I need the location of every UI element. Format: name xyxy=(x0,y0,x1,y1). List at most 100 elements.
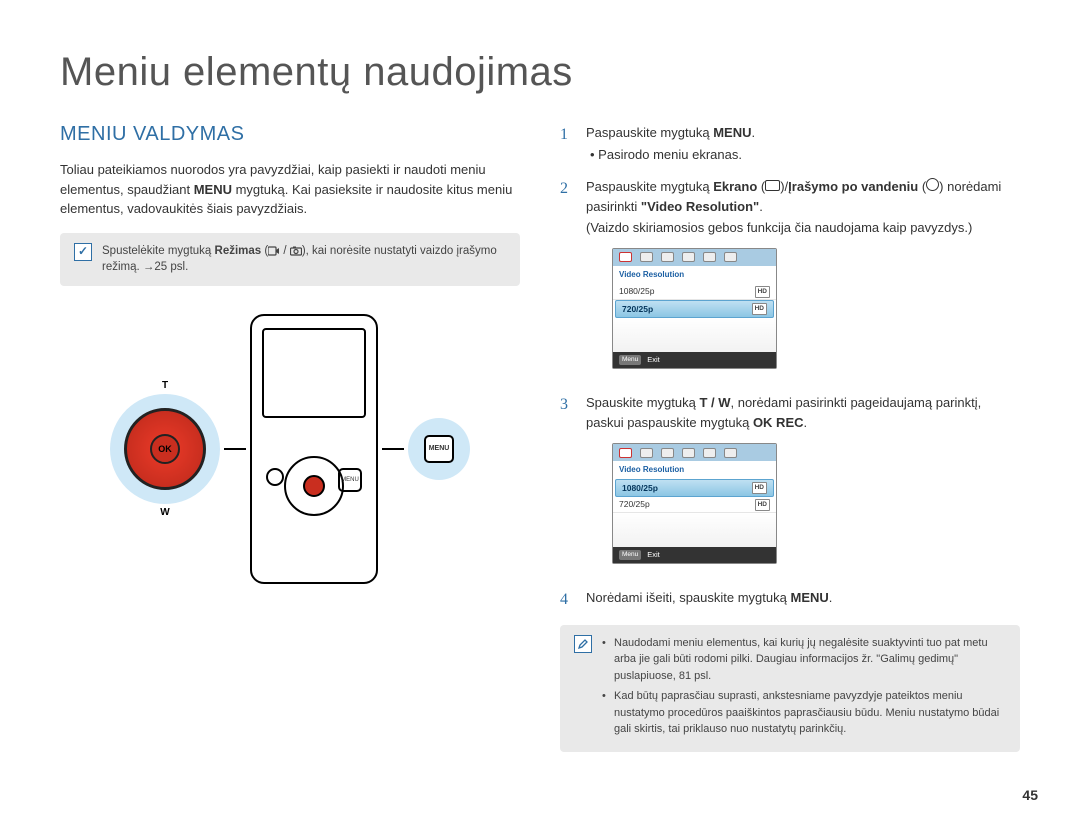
s2f: ( xyxy=(918,179,926,194)
s2d: )/ xyxy=(780,179,788,194)
s2a: Paspauskite mygtuką xyxy=(586,179,713,194)
ui-tab-icon xyxy=(703,448,716,458)
ui-tab-icon xyxy=(640,448,653,458)
ui-footer: Menu Exit xyxy=(613,352,776,368)
callout-line-left xyxy=(224,448,246,450)
s1a: Paspauskite mygtuką xyxy=(586,125,713,140)
ui-spacer xyxy=(613,318,776,352)
s1b: MENU xyxy=(713,125,751,140)
tip-ref: 25 psl. xyxy=(154,261,188,273)
menu-screenshot-2: Video Resolution 1080/25p HD 720/25p HD … xyxy=(612,443,777,564)
hd-badge: HD xyxy=(755,286,770,298)
ui-option-row-selected: 720/25p HD xyxy=(615,300,774,318)
ui-tab-icon xyxy=(682,448,695,458)
s2b: Ekrano xyxy=(713,179,757,194)
pad-w-label: W xyxy=(160,507,169,518)
s2c: ( xyxy=(757,179,765,194)
camera-control-ring xyxy=(284,456,344,516)
footnote-box: Naudodami meniu elementus, kai kurių jų … xyxy=(560,625,1020,752)
check-icon: ✓ xyxy=(74,243,92,261)
menu-button-label: MENU xyxy=(424,435,454,463)
ui-tab-icon xyxy=(703,252,716,262)
step-1: 1 Paspauskite mygtuką MENU. Pasirodo men… xyxy=(560,123,1020,165)
footnote-2: Kad būtų paprasčiau suprasti, ankstesnia… xyxy=(602,688,1006,738)
camera-left-button xyxy=(266,468,284,486)
ui-spacer xyxy=(613,513,776,547)
s2i: . xyxy=(759,199,763,214)
step-1-number: 1 xyxy=(560,123,574,165)
tip-t1: Spustelėkite mygtuką xyxy=(102,245,215,257)
hd-badge: HD xyxy=(755,499,770,511)
menu-footer-button: Menu xyxy=(619,550,641,560)
ui-tabbar xyxy=(613,444,776,461)
section-heading: MENIU VALDYMAS xyxy=(60,123,520,146)
ui-opt2b: 720/25p xyxy=(619,498,650,511)
tip-b1: Režimas xyxy=(215,245,262,257)
ui-section-label: Video Resolution xyxy=(613,266,776,284)
photo-mode-icon xyxy=(290,246,302,256)
menu-screenshot-1: Video Resolution 1080/25p HD 720/25p HD … xyxy=(612,248,777,369)
tip-text: Spustelėkite mygtuką Režimas ( / ), kai … xyxy=(102,243,506,276)
s1c: . xyxy=(751,125,755,140)
s4b: MENU xyxy=(790,590,828,605)
intro-paragraph: Toliau pateikiamos nuorodos yra pavyzdži… xyxy=(60,160,520,219)
s3d: OK REC xyxy=(753,415,804,430)
ui-tab-icon xyxy=(724,252,737,262)
ui-opt1: 1080/25p xyxy=(619,285,654,298)
ui-tab-icon xyxy=(724,448,737,458)
s2note: (Vaizdo skiriamosios gebos funkcija čia … xyxy=(586,220,972,235)
ui-footer: Menu Exit xyxy=(613,547,776,563)
hd-badge: HD xyxy=(752,303,767,315)
page-title: Meniu elementų naudojimas xyxy=(60,50,1020,95)
footnote-list: Naudodami meniu elementus, kai kurių jų … xyxy=(602,635,1006,742)
s4a: Norėdami išeiti, spauskite mygtuką xyxy=(586,590,790,605)
s3b: T / W xyxy=(699,395,730,410)
device-figure: T OK W MENU MENU xyxy=(60,314,520,584)
footnote-1: Naudodami meniu elementus, kai kurių jų … xyxy=(602,635,1006,685)
callout-line-right xyxy=(382,448,404,450)
camera-screen xyxy=(262,328,366,418)
step-4: 4 Norėdami išeiti, spauskite mygtuką MEN… xyxy=(560,588,1020,613)
ui-tab-icon xyxy=(640,252,653,262)
ui-section-label: Video Resolution xyxy=(613,461,776,479)
ui-footer-text: Exit xyxy=(647,549,660,561)
tip-mid: ( xyxy=(261,245,268,257)
ui-option-row: 1080/25p HD xyxy=(613,284,776,300)
ui-tabbar xyxy=(613,249,776,266)
pad-t-label: T xyxy=(162,380,168,391)
step-3: 3 Spauskite mygtuką T / W, norėdami pasi… xyxy=(560,393,1020,576)
ui-tab-icon xyxy=(661,252,674,262)
tip-box: ✓ Spustelėkite mygtuką Režimas ( / ), ka… xyxy=(60,233,520,286)
camera-rec-button xyxy=(303,475,325,497)
camera-body-illustration: MENU xyxy=(250,314,378,584)
ui-footer-text: Exit xyxy=(647,354,660,366)
s2h: "Video Resolution" xyxy=(641,199,759,214)
ui-opt1b: 1080/25p xyxy=(622,482,658,495)
hd-badge: HD xyxy=(752,482,767,494)
step-1-bullet: Pasirodo meniu ekranas. xyxy=(590,145,1020,165)
step-2-number: 2 xyxy=(560,177,574,380)
menu-button-callout: MENU xyxy=(408,418,470,480)
ui-opt2: 720/25p xyxy=(622,303,653,316)
ok-button-illustration: OK xyxy=(150,434,180,464)
ui-option-row-selected: 1080/25p HD xyxy=(615,479,774,497)
underwater-icon xyxy=(926,178,939,191)
s3e: . xyxy=(804,415,808,430)
ui-tab-icon xyxy=(619,448,632,458)
ui-tab-icon xyxy=(619,252,632,262)
pencil-icon xyxy=(574,635,592,653)
video-mode-icon xyxy=(268,246,280,256)
control-pad-callout: T OK W xyxy=(110,394,220,504)
page-number: 45 xyxy=(1022,787,1038,803)
display-icon xyxy=(765,180,780,191)
camera-menu-button: MENU xyxy=(338,468,362,492)
s4c: . xyxy=(829,590,833,605)
ui-option-row: 720/25p HD xyxy=(613,497,776,513)
step-4-number: 4 xyxy=(560,588,574,613)
step-2: 2 Paspauskite mygtuką Ekrano ( )/Įrašymo … xyxy=(560,177,1020,380)
ui-tab-icon xyxy=(661,448,674,458)
s2e: Įrašymo po vandeniu xyxy=(788,179,918,194)
ui-tab-icon xyxy=(682,252,695,262)
s3a: Spauskite mygtuką xyxy=(586,395,699,410)
step-3-number: 3 xyxy=(560,393,574,576)
